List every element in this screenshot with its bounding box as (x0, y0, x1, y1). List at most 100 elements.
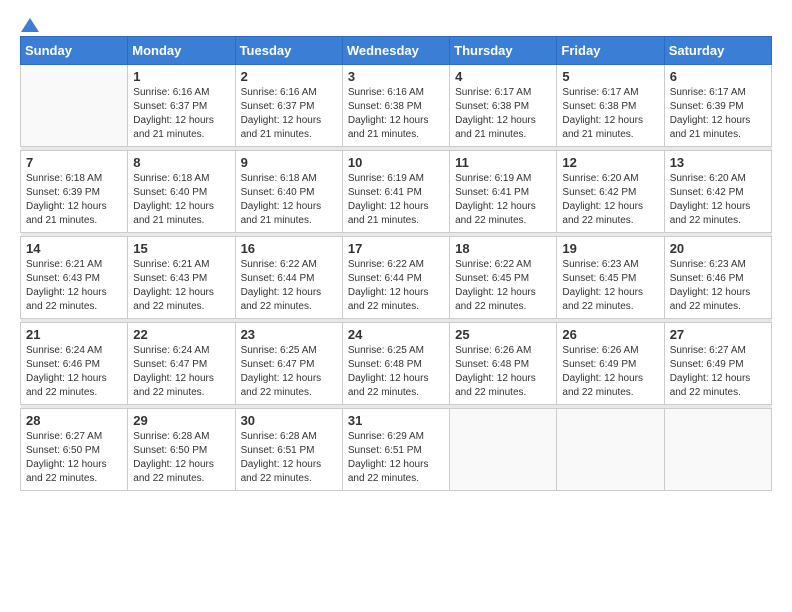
calendar-cell (21, 65, 128, 147)
day-number: 23 (241, 327, 337, 342)
day-info: Sunrise: 6:21 AMSunset: 6:43 PMDaylight:… (26, 258, 122, 314)
day-info: Sunrise: 6:22 AMSunset: 6:44 PMDaylight:… (241, 258, 337, 314)
day-info: Sunrise: 6:19 AMSunset: 6:41 PMDaylight:… (455, 172, 551, 228)
day-info: Sunrise: 6:16 AMSunset: 6:37 PMDaylight:… (133, 86, 229, 142)
day-info: Sunrise: 6:18 AMSunset: 6:39 PMDaylight:… (26, 172, 122, 228)
calendar-cell: 25 Sunrise: 6:26 AMSunset: 6:48 PMDayligh… (450, 323, 557, 405)
calendar-cell: 29 Sunrise: 6:28 AMSunset: 6:50 PMDayligh… (128, 409, 235, 491)
calendar-cell: 31Sunrise: 6:29 AMSunset: 6:51 PMDayligh… (342, 409, 449, 491)
column-header-sunday: Sunday (21, 37, 128, 65)
calendar-cell: 17 Sunrise: 6:22 AMSunset: 6:44 PMDayligh… (342, 237, 449, 319)
calendar-cell: 1 Sunrise: 6:16 AMSunset: 6:37 PMDaylight… (128, 65, 235, 147)
day-info: Sunrise: 6:18 AMSunset: 6:40 PMDaylight:… (241, 172, 337, 228)
day-number: 22 (133, 327, 229, 342)
day-number: 9 (241, 155, 337, 170)
calendar-cell: 5 Sunrise: 6:17 AMSunset: 6:38 PMDaylight… (557, 65, 664, 147)
calendar-cell: 7 Sunrise: 6:18 AMSunset: 6:39 PMDaylight… (21, 151, 128, 233)
day-number: 17 (348, 241, 444, 256)
day-number: 5 (562, 69, 658, 84)
logo (20, 20, 39, 28)
calendar-cell: 16Sunrise: 6:22 AMSunset: 6:44 PMDayligh… (235, 237, 342, 319)
calendar-cell (450, 409, 557, 491)
calendar-cell: 6Sunrise: 6:17 AMSunset: 6:39 PMDaylight… (664, 65, 771, 147)
calendar-cell: 3Sunrise: 6:16 AMSunset: 6:38 PMDaylight… (342, 65, 449, 147)
calendar-cell: 4 Sunrise: 6:17 AMSunset: 6:38 PMDaylight… (450, 65, 557, 147)
calendar-cell: 14 Sunrise: 6:21 AMSunset: 6:43 PMDayligh… (21, 237, 128, 319)
calendar-cell: 13 Sunrise: 6:20 AMSunset: 6:42 PMDayligh… (664, 151, 771, 233)
day-number: 15 (133, 241, 229, 256)
day-number: 28 (26, 413, 122, 428)
calendar-cell (664, 409, 771, 491)
calendar-week-row: 14 Sunrise: 6:21 AMSunset: 6:43 PMDayligh… (21, 237, 772, 319)
day-number: 12 (562, 155, 658, 170)
calendar-cell: 24Sunrise: 6:25 AMSunset: 6:48 PMDayligh… (342, 323, 449, 405)
day-number: 21 (26, 327, 122, 342)
day-info: Sunrise: 6:21 AMSunset: 6:43 PMDaylight:… (133, 258, 229, 314)
day-number: 10 (348, 155, 444, 170)
day-info: Sunrise: 6:26 AMSunset: 6:49 PMDaylight:… (562, 344, 658, 400)
column-header-tuesday: Tuesday (235, 37, 342, 65)
day-info: Sunrise: 6:19 AMSunset: 6:41 PMDaylight:… (348, 172, 444, 228)
day-number: 25 (455, 327, 551, 342)
column-header-saturday: Saturday (664, 37, 771, 65)
calendar-cell: 18 Sunrise: 6:22 AMSunset: 6:45 PMDayligh… (450, 237, 557, 319)
day-number: 1 (133, 69, 229, 84)
calendar-cell: 19Sunrise: 6:23 AMSunset: 6:45 PMDayligh… (557, 237, 664, 319)
day-info: Sunrise: 6:23 AMSunset: 6:46 PMDaylight:… (670, 258, 766, 314)
day-number: 13 (670, 155, 766, 170)
day-number: 30 (241, 413, 337, 428)
day-info: Sunrise: 6:25 AMSunset: 6:48 PMDaylight:… (348, 344, 444, 400)
calendar-cell: 22 Sunrise: 6:24 AMSunset: 6:47 PMDayligh… (128, 323, 235, 405)
day-info: Sunrise: 6:26 AMSunset: 6:48 PMDaylight:… (455, 344, 551, 400)
calendar-cell: 21 Sunrise: 6:24 AMSunset: 6:46 PMDayligh… (21, 323, 128, 405)
column-header-thursday: Thursday (450, 37, 557, 65)
day-info: Sunrise: 6:22 AMSunset: 6:45 PMDaylight:… (455, 258, 551, 314)
calendar-week-row: 7 Sunrise: 6:18 AMSunset: 6:39 PMDaylight… (21, 151, 772, 233)
calendar-cell (557, 409, 664, 491)
day-info: Sunrise: 6:24 AMSunset: 6:47 PMDaylight:… (133, 344, 229, 400)
calendar-cell: 12 Sunrise: 6:20 AMSunset: 6:42 PMDayligh… (557, 151, 664, 233)
calendar-cell: 27Sunrise: 6:27 AMSunset: 6:49 PMDayligh… (664, 323, 771, 405)
day-number: 8 (133, 155, 229, 170)
column-header-wednesday: Wednesday (342, 37, 449, 65)
day-number: 31 (348, 413, 444, 428)
calendar-cell: 15 Sunrise: 6:21 AMSunset: 6:43 PMDayligh… (128, 237, 235, 319)
day-number: 4 (455, 69, 551, 84)
day-info: Sunrise: 6:16 AMSunset: 6:38 PMDaylight:… (348, 86, 444, 142)
day-info: Sunrise: 6:24 AMSunset: 6:46 PMDaylight:… (26, 344, 122, 400)
day-info: Sunrise: 6:28 AMSunset: 6:51 PMDaylight:… (241, 430, 337, 486)
calendar-header-row: SundayMondayTuesdayWednesdayThursdayFrid… (21, 37, 772, 65)
day-info: Sunrise: 6:27 AMSunset: 6:50 PMDaylight:… (26, 430, 122, 486)
day-number: 11 (455, 155, 551, 170)
day-number: 29 (133, 413, 229, 428)
day-info: Sunrise: 6:28 AMSunset: 6:50 PMDaylight:… (133, 430, 229, 486)
day-info: Sunrise: 6:17 AMSunset: 6:39 PMDaylight:… (670, 86, 766, 142)
day-info: Sunrise: 6:17 AMSunset: 6:38 PMDaylight:… (455, 86, 551, 142)
calendar-table: SundayMondayTuesdayWednesdayThursdayFrid… (20, 36, 772, 491)
day-info: Sunrise: 6:17 AMSunset: 6:38 PMDaylight:… (562, 86, 658, 142)
page-header (20, 20, 772, 28)
calendar-cell: 9 Sunrise: 6:18 AMSunset: 6:40 PMDaylight… (235, 151, 342, 233)
day-info: Sunrise: 6:20 AMSunset: 6:42 PMDaylight:… (562, 172, 658, 228)
day-info: Sunrise: 6:20 AMSunset: 6:42 PMDaylight:… (670, 172, 766, 228)
calendar-cell: 8Sunrise: 6:18 AMSunset: 6:40 PMDaylight… (128, 151, 235, 233)
day-number: 18 (455, 241, 551, 256)
logo-icon (21, 18, 39, 32)
calendar-week-row: 28 Sunrise: 6:27 AMSunset: 6:50 PMDayligh… (21, 409, 772, 491)
day-number: 26 (562, 327, 658, 342)
day-number: 20 (670, 241, 766, 256)
column-header-friday: Friday (557, 37, 664, 65)
calendar-week-row: 21 Sunrise: 6:24 AMSunset: 6:46 PMDayligh… (21, 323, 772, 405)
day-number: 2 (241, 69, 337, 84)
day-info: Sunrise: 6:16 AMSunset: 6:37 PMDaylight:… (241, 86, 337, 142)
day-number: 27 (670, 327, 766, 342)
calendar-cell: 23Sunrise: 6:25 AMSunset: 6:47 PMDayligh… (235, 323, 342, 405)
calendar-cell: 30 Sunrise: 6:28 AMSunset: 6:51 PMDayligh… (235, 409, 342, 491)
day-info: Sunrise: 6:22 AMSunset: 6:44 PMDaylight:… (348, 258, 444, 314)
day-number: 14 (26, 241, 122, 256)
calendar-cell: 20 Sunrise: 6:23 AMSunset: 6:46 PMDayligh… (664, 237, 771, 319)
calendar-cell: 2 Sunrise: 6:16 AMSunset: 6:37 PMDaylight… (235, 65, 342, 147)
day-number: 7 (26, 155, 122, 170)
calendar-cell: 11 Sunrise: 6:19 AMSunset: 6:41 PMDayligh… (450, 151, 557, 233)
day-info: Sunrise: 6:23 AMSunset: 6:45 PMDaylight:… (562, 258, 658, 314)
